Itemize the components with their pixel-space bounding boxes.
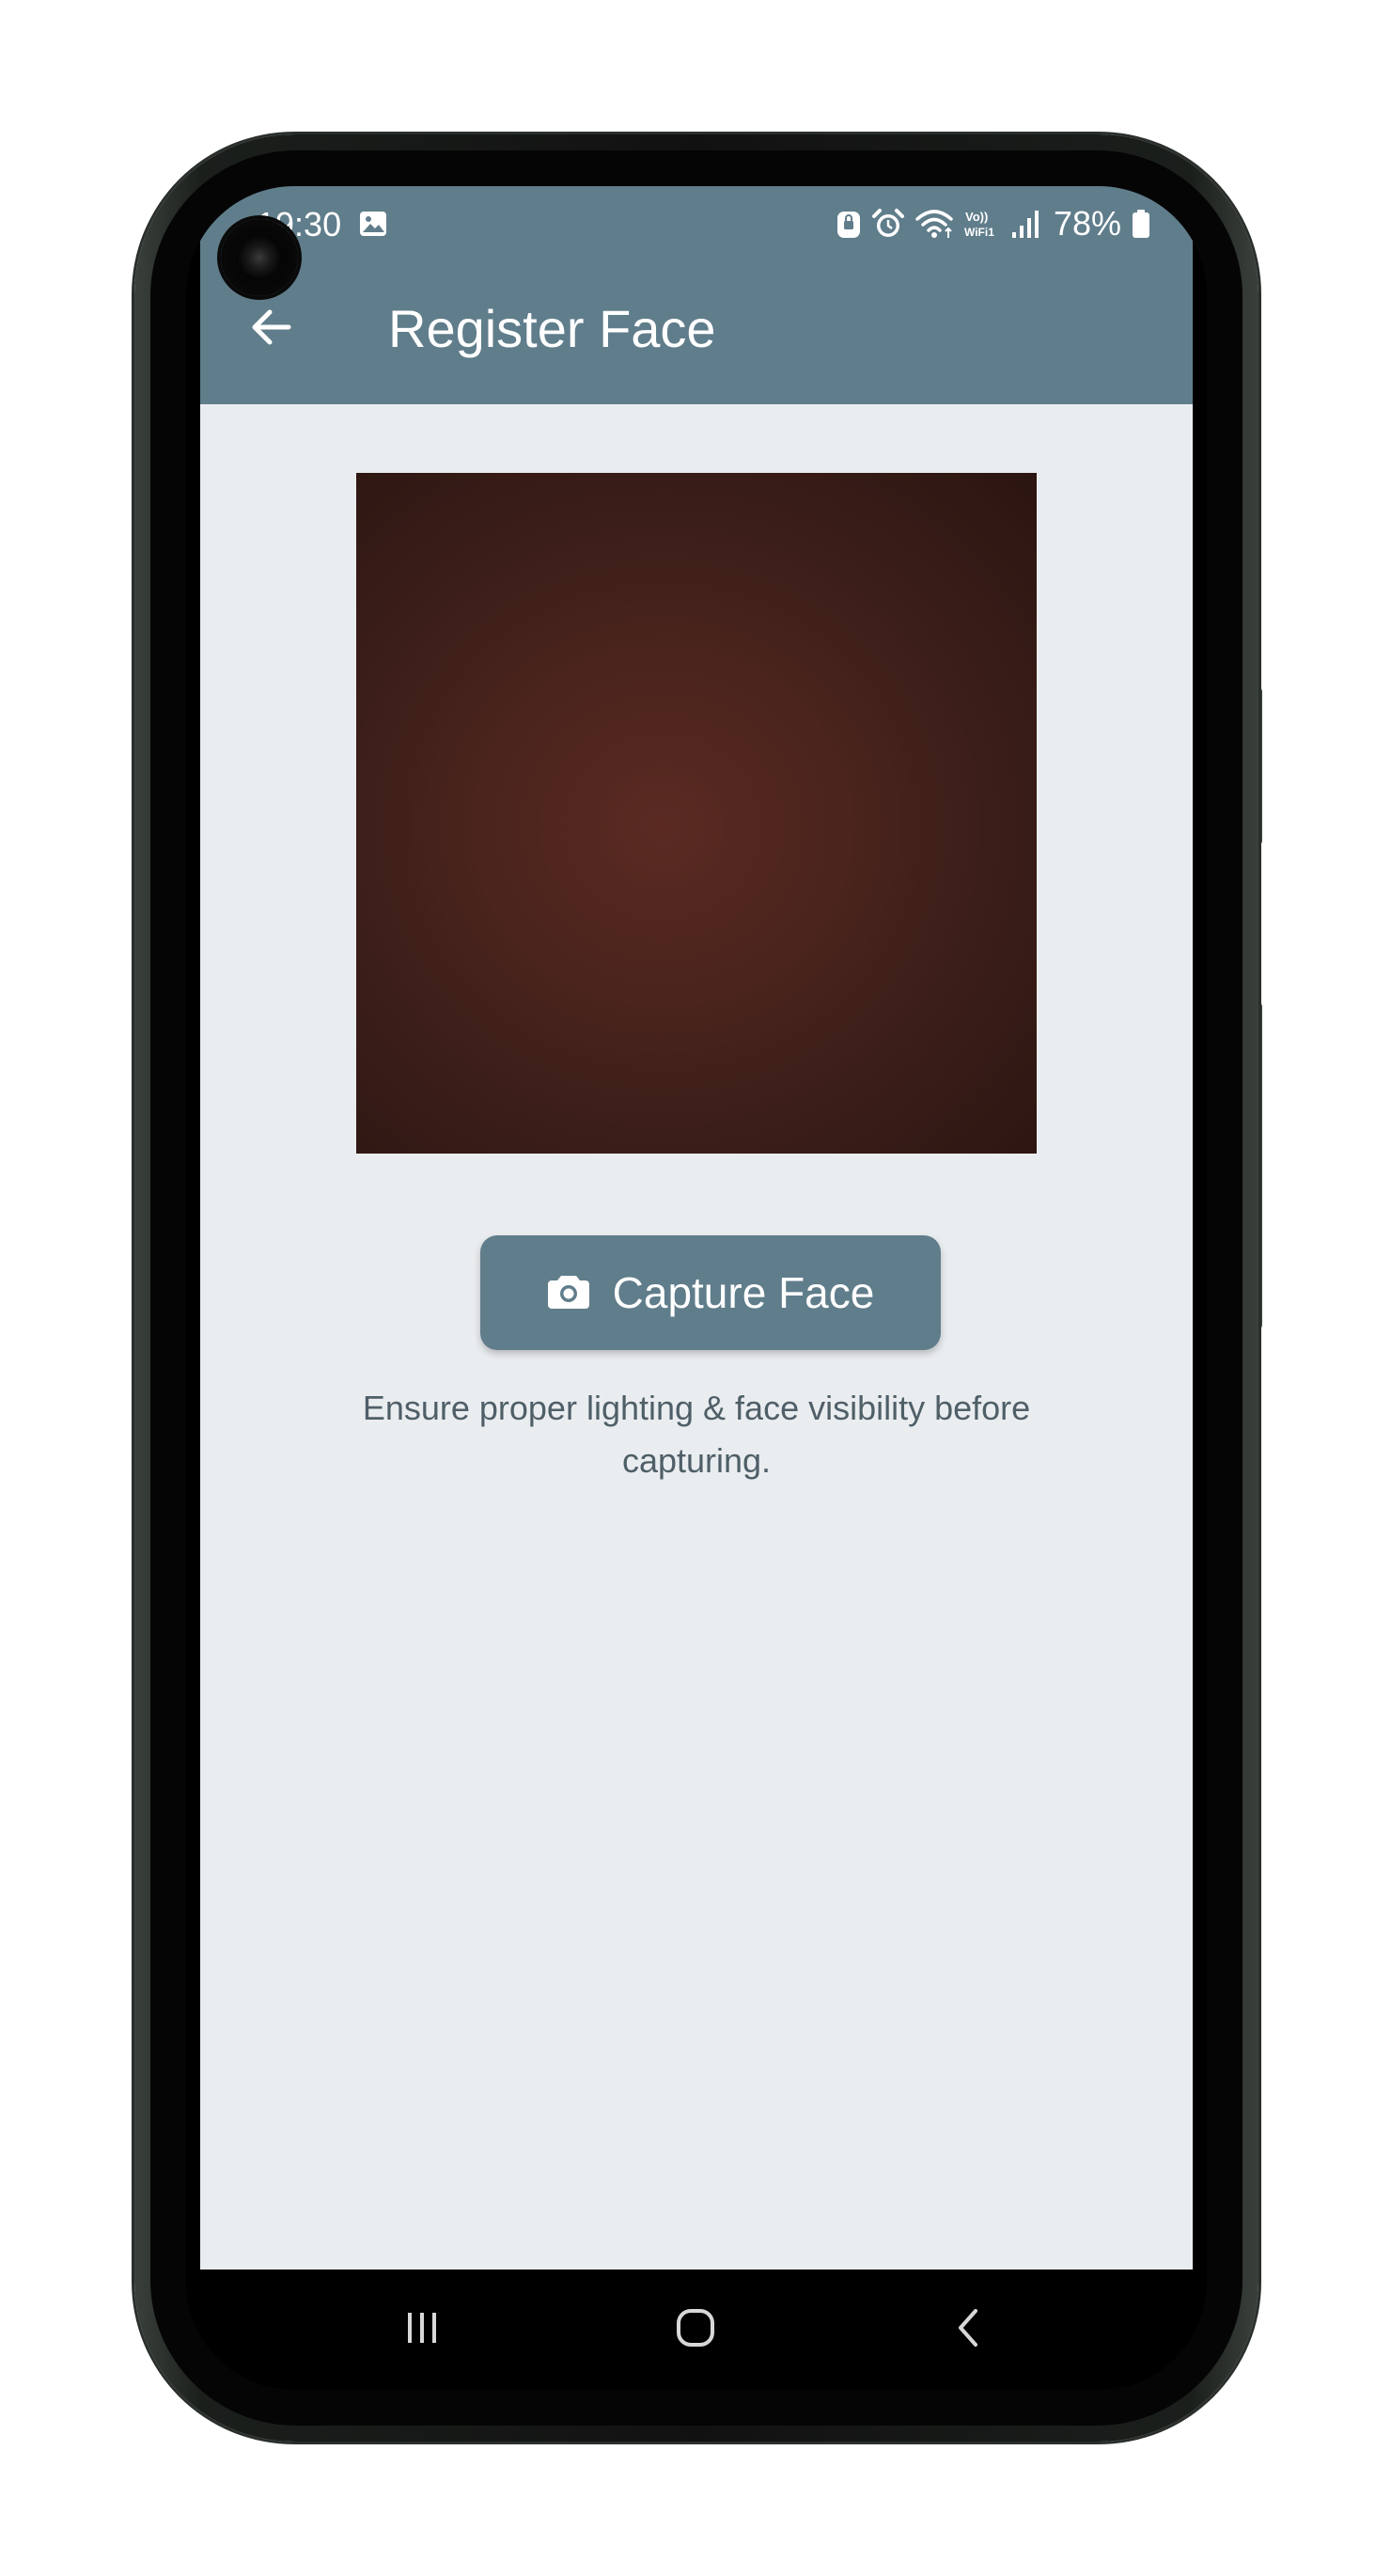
status-bar: 19:30 Vo)) WiFi1 78%	[200, 186, 1193, 261]
app-bar: Register Face	[200, 261, 1193, 404]
navigation-bar	[186, 2270, 1207, 2390]
camera-icon	[547, 1272, 590, 1314]
nav-back-button[interactable]	[927, 2292, 1011, 2367]
svg-text:WiFi1: WiFi1	[964, 226, 994, 239]
wifi-icon	[914, 208, 954, 240]
alarm-icon	[871, 208, 905, 240]
capture-face-button[interactable]: Capture Face	[480, 1235, 941, 1350]
camera-preview	[356, 473, 1037, 1154]
volte-wifi-icon: Vo)) WiFi1	[963, 208, 1001, 240]
phone-mockup: 19:30 Vo)) WiFi1 78% Register Face Captu…	[0, 0, 1391, 2576]
recent-apps-button[interactable]	[380, 2292, 464, 2367]
gallery-icon	[358, 209, 388, 239]
battery-icon	[1131, 208, 1151, 240]
recent-apps-icon	[399, 2304, 445, 2356]
hint-text: Ensure proper lighting & face visibility…	[362, 1389, 1031, 1480]
home-icon	[672, 2304, 719, 2356]
phone-screen: 19:30 Vo)) WiFi1 78% Register Face Captu…	[186, 186, 1207, 2390]
capture-face-label: Capture Face	[612, 1268, 875, 1317]
vpn-lock-icon	[836, 208, 862, 240]
page-title: Register Face	[388, 299, 716, 358]
app-header: 19:30 Vo)) WiFi1 78% Register Face	[200, 186, 1193, 404]
status-icons: Vo)) WiFi1 78%	[836, 203, 1151, 244]
front-camera	[221, 219, 298, 296]
back-icon	[946, 2304, 992, 2356]
signal-icon	[1010, 208, 1040, 240]
back-button[interactable]	[238, 295, 305, 363]
battery-percent: 78%	[1053, 204, 1121, 243]
home-button[interactable]	[653, 2292, 738, 2367]
svg-text:Vo)): Vo))	[965, 210, 988, 224]
main-content: Capture Face Ensure proper lighting & fa…	[200, 404, 1193, 2270]
arrow-back-icon	[245, 301, 298, 358]
